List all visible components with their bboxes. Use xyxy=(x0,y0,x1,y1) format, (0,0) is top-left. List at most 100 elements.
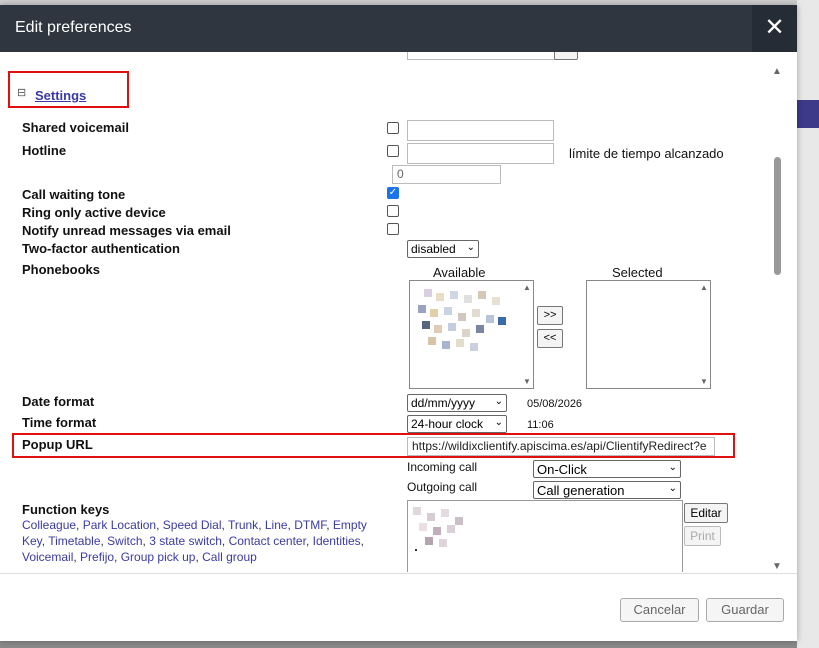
phonebooks-available-list[interactable]: ▲ ▼ xyxy=(409,280,534,389)
scroll-down-icon[interactable]: ▼ xyxy=(700,377,708,386)
chevron-down-icon: ⌄ xyxy=(494,417,503,428)
collapse-icon[interactable]: ⊟ xyxy=(17,86,26,99)
time-format-label: Time format xyxy=(22,415,97,430)
function-key-type-link[interactable]: Switch xyxy=(107,534,142,548)
dialog-footer: Cancelar Guardar xyxy=(0,573,797,642)
time-format-preview: 11:06 xyxy=(527,419,554,431)
scrollbar-thumb[interactable] xyxy=(774,157,781,275)
save-button[interactable]: Guardar xyxy=(706,598,784,622)
pixelated-content-image xyxy=(413,507,463,551)
function-key-type-link[interactable]: Line xyxy=(265,518,288,532)
hotline-checkbox[interactable] xyxy=(387,145,399,157)
previous-field-cut[interactable] xyxy=(407,52,557,60)
hotline-timeout-input[interactable]: 0 xyxy=(392,165,501,184)
phonebooks-selected-scrollbar[interactable]: ▲ ▼ xyxy=(699,283,708,386)
hotline-input[interactable] xyxy=(407,143,554,164)
edit-function-keys-button[interactable]: Editar xyxy=(684,503,728,523)
chevron-down-icon: ⌄ xyxy=(668,483,677,494)
two-factor-select[interactable]: disabled ⌄ xyxy=(407,240,479,258)
phonebooks-available-scrollbar[interactable]: ▲ ▼ xyxy=(522,283,531,386)
outgoing-call-select-value: Call generation xyxy=(537,483,625,498)
two-factor-select-value: disabled xyxy=(411,242,456,256)
notify-unread-email-label: Notify unread messages via email xyxy=(22,223,231,238)
date-format-label: Date format xyxy=(22,394,95,409)
date-format-select-value: dd/mm/yyyy xyxy=(411,396,476,410)
phonebooks-selected-label: Selected xyxy=(612,265,663,280)
chevron-down-icon: ⌄ xyxy=(668,462,677,473)
blurred-phonebook-entries xyxy=(416,287,516,353)
date-format-preview: 05/08/2026 xyxy=(527,398,583,410)
dialog-title: Edit preferences xyxy=(15,19,132,36)
link-separator: , xyxy=(221,534,229,548)
incoming-call-select-value: On-Click xyxy=(537,462,587,477)
popup-url-label: Popup URL xyxy=(22,437,93,452)
function-key-type-link[interactable]: Group pick up xyxy=(121,550,196,564)
scroll-up-icon[interactable]: ▲ xyxy=(700,283,708,292)
background-window-edge xyxy=(797,0,819,648)
dialog-content: ⊟ Settings Shared voicemail Hotline lími… xyxy=(0,52,797,572)
edit-preferences-dialog: Edit preferences ✕ ⊟ Settings Shared voi… xyxy=(0,5,797,641)
function-key-type-link[interactable]: Voicemail xyxy=(22,550,73,564)
function-key-type-link[interactable]: Contact center xyxy=(229,534,306,548)
remove-phonebook-button[interactable]: << xyxy=(537,329,563,348)
function-key-types-list: Colleague, Park Location, Speed Dial, Tr… xyxy=(22,517,372,565)
function-key-type-link[interactable]: Colleague xyxy=(22,518,76,532)
ring-only-active-device-checkbox[interactable] xyxy=(387,205,399,217)
phonebooks-available-label: Available xyxy=(433,265,486,280)
outgoing-call-select[interactable]: Call generation ⌄ xyxy=(533,481,681,499)
popup-url-input[interactable]: https://wildixclientify.apiscima.es/api/… xyxy=(407,437,715,456)
link-separator: , xyxy=(326,518,333,532)
date-format-select[interactable]: dd/mm/yyyy ⌄ xyxy=(407,394,507,412)
chevron-down-icon: ⌄ xyxy=(466,242,475,253)
incoming-call-label: Incoming call xyxy=(407,460,478,474)
function-key-type-link[interactable]: Call group xyxy=(202,550,257,564)
link-separator: , xyxy=(114,550,121,564)
phonebooks-selected-list[interactable]: ▲ ▼ xyxy=(586,280,711,389)
add-phonebook-button[interactable]: >> xyxy=(537,306,563,325)
function-key-type-link[interactable]: Timetable xyxy=(48,534,100,548)
outgoing-call-label: Outgoing call xyxy=(407,480,478,494)
previous-button-cut[interactable] xyxy=(554,52,578,60)
shared-voicemail-label: Shared voicemail xyxy=(22,120,129,135)
close-icon[interactable]: ✕ xyxy=(752,5,797,52)
dialog-titlebar: Edit preferences ✕ xyxy=(0,5,797,52)
link-separator: , xyxy=(156,518,163,532)
hotline-label: Hotline xyxy=(22,143,67,158)
link-separator: , xyxy=(360,534,364,548)
link-separator: , xyxy=(258,518,265,532)
incoming-call-select[interactable]: On-Click ⌄ xyxy=(533,460,681,478)
two-factor-label: Two-factor authentication xyxy=(22,241,180,256)
function-key-type-link[interactable]: Park Location xyxy=(83,518,156,532)
link-separator: , xyxy=(305,534,313,548)
function-key-type-link[interactable]: Identities xyxy=(313,534,361,548)
function-key-type-link[interactable]: Trunk xyxy=(228,518,258,532)
call-waiting-tone-label: Call waiting tone xyxy=(22,187,126,202)
scroll-down-icon[interactable]: ▼ xyxy=(523,377,531,386)
function-key-type-link[interactable]: DTMF xyxy=(294,518,326,532)
hotline-timeout-label: límite de tiempo alcanzado xyxy=(569,146,724,161)
pixelated-content-image xyxy=(418,289,506,351)
function-keys-preview xyxy=(407,500,683,572)
scroll-up-icon[interactable]: ▲ xyxy=(523,283,531,292)
phonebooks-label: Phonebooks xyxy=(22,262,101,277)
function-key-type-link[interactable]: Prefijo xyxy=(80,550,114,564)
call-waiting-tone-checkbox[interactable]: ✓ xyxy=(387,187,399,199)
settings-section-title[interactable]: Settings xyxy=(35,88,86,103)
background-band xyxy=(797,100,819,128)
shared-voicemail-checkbox[interactable] xyxy=(387,122,399,134)
time-format-select[interactable]: 24-hour clock ⌄ xyxy=(407,415,507,433)
scroll-down-icon[interactable]: ▼ xyxy=(772,561,782,572)
function-key-type-link[interactable]: Speed Dial xyxy=(163,518,222,532)
link-separator: , xyxy=(76,518,83,532)
scroll-up-icon[interactable]: ▲ xyxy=(772,66,782,77)
function-key-type-link[interactable]: 3 state switch xyxy=(149,534,222,548)
ring-only-active-device-label: Ring only active device xyxy=(22,205,166,220)
notify-unread-email-checkbox[interactable] xyxy=(387,223,399,235)
dialog-scrollbar[interactable]: ▲ ▼ xyxy=(770,62,786,572)
shared-voicemail-input[interactable] xyxy=(407,120,554,141)
time-format-select-value: 24-hour clock xyxy=(411,417,484,431)
chevron-down-icon: ⌄ xyxy=(494,396,503,407)
function-keys-label: Function keys xyxy=(22,502,110,517)
cancel-button[interactable]: Cancelar xyxy=(620,598,699,622)
print-function-keys-button[interactable]: Print xyxy=(684,526,721,546)
